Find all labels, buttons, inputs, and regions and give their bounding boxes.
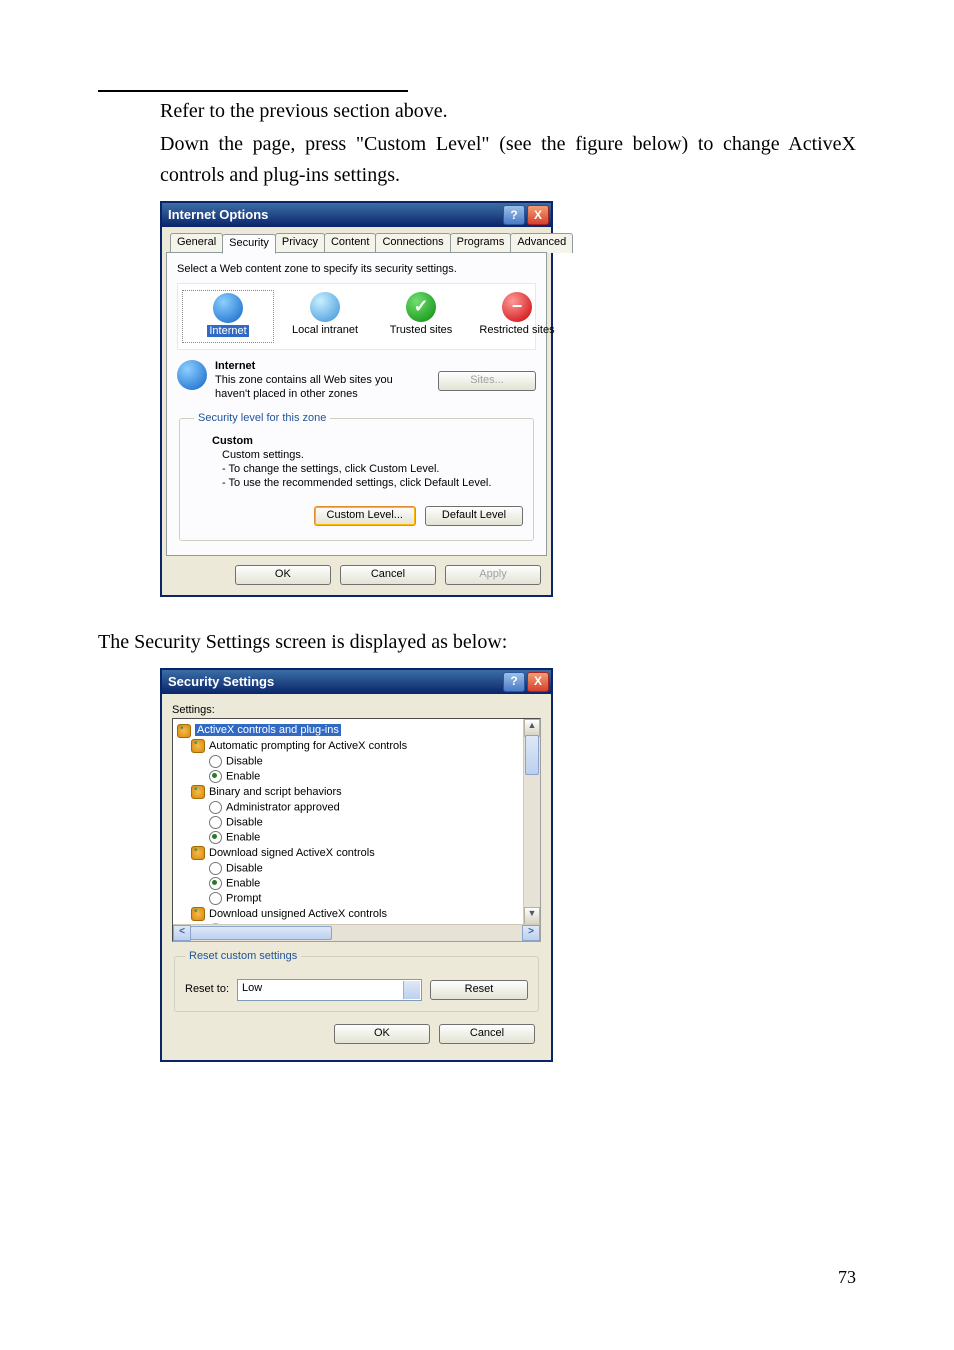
- gear-icon: [191, 846, 205, 860]
- trusted-sites-icon: ✓: [406, 292, 436, 322]
- titlebar[interactable]: Internet Options ? X: [162, 203, 551, 227]
- apply-button: Apply: [445, 565, 541, 585]
- reset-level-combo[interactable]: Low: [237, 979, 422, 1001]
- tree-option[interactable]: Disable: [226, 755, 263, 767]
- scroll-track[interactable]: [524, 735, 540, 909]
- help-button[interactable]: ?: [503, 672, 525, 692]
- scroll-down-button[interactable]: ▼: [524, 907, 540, 925]
- settings-tree[interactable]: ActiveX controls and plug-ins Automatic …: [172, 718, 541, 942]
- zone-label: Internet: [207, 325, 248, 337]
- settings-label: Settings:: [172, 704, 541, 718]
- tree-group[interactable]: Download unsigned ActiveX controls: [209, 908, 387, 920]
- reset-button[interactable]: Reset: [430, 980, 528, 1000]
- gear-icon: [191, 907, 205, 921]
- radio-icon[interactable]: [209, 892, 222, 905]
- zones-list: Internet Local intranet ✓ Trusted sites …: [177, 283, 536, 351]
- selected-zone-name: Internet: [215, 360, 255, 372]
- radio-icon[interactable]: [209, 755, 222, 768]
- titlebar[interactable]: Security Settings ? X: [162, 670, 551, 694]
- chevron-down-icon: [408, 985, 416, 993]
- level-heading: Custom: [212, 435, 253, 447]
- horizontal-rule: [98, 90, 408, 92]
- default-level-button[interactable]: Default Level: [425, 506, 523, 526]
- zone-description: This zone contains all Web sites you: [215, 374, 393, 386]
- tab-strip: General Security Privacy Content Connect…: [166, 233, 547, 253]
- radio-icon[interactable]: [209, 801, 222, 814]
- security-level-group: Security level for this zone Custom Cust…: [179, 412, 534, 542]
- mid-paragraph: The Security Settings screen is displaye…: [98, 627, 856, 658]
- radio-icon[interactable]: [209, 877, 222, 890]
- tab-general[interactable]: General: [170, 233, 223, 253]
- close-button[interactable]: X: [527, 672, 549, 692]
- combo-value: Low: [242, 982, 262, 994]
- scroll-thumb[interactable]: [525, 735, 539, 775]
- gear-icon: [191, 785, 205, 799]
- intro-line: Refer to the previous section above.: [160, 96, 856, 127]
- level-text: - To use the recommended settings, click…: [222, 477, 523, 491]
- radio-icon[interactable]: [209, 862, 222, 875]
- close-button[interactable]: X: [527, 205, 549, 225]
- tab-content[interactable]: Content: [324, 233, 377, 253]
- reset-to-label: Reset to:: [185, 983, 229, 997]
- tree-option[interactable]: Enable: [226, 770, 260, 782]
- restricted-sites-icon: −: [502, 292, 532, 322]
- zone-internet[interactable]: Internet: [182, 290, 274, 344]
- zone-select-hint: Select a Web content zone to specify its…: [177, 263, 536, 277]
- dialog-title: Internet Options: [168, 207, 268, 223]
- tab-pane: Select a Web content zone to specify its…: [166, 252, 547, 556]
- reset-legend: Reset custom settings: [185, 950, 301, 964]
- tree-option[interactable]: Disable: [226, 816, 263, 828]
- zone-label: Local intranet: [292, 324, 358, 336]
- sites-button: Sites...: [438, 371, 536, 391]
- cancel-button[interactable]: Cancel: [439, 1024, 535, 1044]
- internet-options-dialog: Internet Options ? X General Security Pr…: [160, 201, 553, 597]
- cancel-button[interactable]: Cancel: [340, 565, 436, 585]
- page-number: 73: [838, 1264, 856, 1292]
- horizontal-scrollbar[interactable]: < >: [173, 924, 540, 941]
- tab-privacy[interactable]: Privacy: [275, 233, 325, 253]
- radio-icon[interactable]: [209, 816, 222, 829]
- tab-connections[interactable]: Connections: [375, 233, 450, 253]
- tree-root[interactable]: ActiveX controls and plug-ins: [195, 724, 341, 736]
- zone-trusted-sites[interactable]: ✓ Trusted sites: [376, 290, 466, 344]
- dialog-title: Security Settings: [168, 674, 274, 690]
- tree-option[interactable]: Enable: [226, 877, 260, 889]
- ok-button[interactable]: OK: [235, 565, 331, 585]
- zone-local-intranet[interactable]: Local intranet: [280, 290, 370, 344]
- tab-security[interactable]: Security: [222, 234, 276, 254]
- globe-icon: [213, 293, 243, 323]
- gear-icon: [191, 739, 205, 753]
- scroll-thumb[interactable]: [190, 926, 332, 940]
- zone-restricted-sites[interactable]: − Restricted sites: [472, 290, 562, 344]
- tab-advanced[interactable]: Advanced: [510, 233, 573, 253]
- ok-button[interactable]: OK: [334, 1024, 430, 1044]
- scroll-left-button[interactable]: <: [173, 925, 191, 941]
- group-legend: Security level for this zone: [194, 412, 330, 426]
- zone-label: Restricted sites: [479, 324, 554, 336]
- tree-option[interactable]: Disable: [226, 862, 263, 874]
- radio-icon[interactable]: [209, 831, 222, 844]
- local-intranet-icon: [310, 292, 340, 322]
- custom-level-button[interactable]: Custom Level...: [314, 506, 416, 526]
- scroll-right-button[interactable]: >: [522, 925, 540, 941]
- vertical-scrollbar[interactable]: ▲ ▼: [523, 719, 540, 925]
- tree-option[interactable]: Enable: [226, 832, 260, 844]
- level-text: Custom settings.: [222, 449, 523, 463]
- gear-icon: [177, 724, 191, 738]
- tree-option[interactable]: Prompt: [226, 893, 261, 905]
- zone-label: Trusted sites: [390, 324, 453, 336]
- tree-group[interactable]: Automatic prompting for ActiveX controls: [209, 740, 407, 752]
- help-button[interactable]: ?: [503, 205, 525, 225]
- tree-group[interactable]: Binary and script behaviors: [209, 786, 342, 798]
- level-text: - To change the settings, click Custom L…: [222, 463, 523, 477]
- reset-group: Reset custom settings Reset to: Low Rese…: [174, 950, 539, 1013]
- globe-icon: [177, 360, 207, 390]
- tab-programs[interactable]: Programs: [450, 233, 512, 253]
- zone-description: haven't placed in other zones: [215, 388, 358, 400]
- tree-option[interactable]: Administrator approved: [226, 801, 340, 813]
- security-settings-dialog: Security Settings ? X Settings: ActiveX …: [160, 668, 553, 1062]
- radio-icon[interactable]: [209, 770, 222, 783]
- tree-group[interactable]: Download signed ActiveX controls: [209, 847, 375, 859]
- intro-paragraph: Down the page, press "Custom Level" (see…: [160, 129, 856, 191]
